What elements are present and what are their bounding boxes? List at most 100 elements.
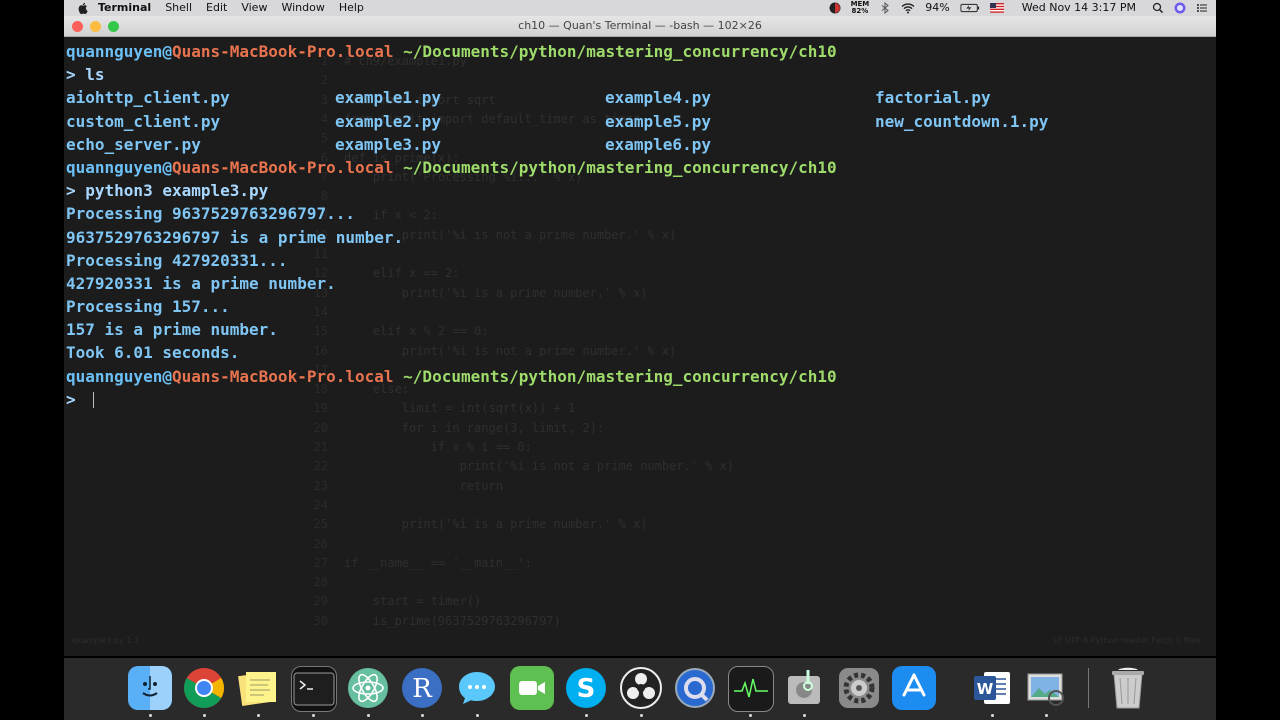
dock-activity-monitor[interactable]: [728, 666, 774, 712]
command-line: > ls: [66, 63, 1216, 86]
dock-chrome[interactable]: [182, 666, 226, 710]
editor-line-number: 29: [313, 594, 328, 609]
dock-app-store[interactable]: [892, 666, 936, 710]
chrome-icon: [184, 668, 224, 708]
dock-system-preferences[interactable]: [837, 666, 881, 710]
command-python: python3 example3.py: [85, 181, 269, 201]
editor-code-line: 26: [304, 535, 344, 554]
menu-shell[interactable]: Shell: [165, 0, 192, 16]
output-line: Processing 157...: [66, 297, 230, 317]
prompt-host: Quans-MacBook-Pro.local: [171, 366, 394, 386]
ls-entry: custom_client.py: [66, 111, 221, 131]
dock-disk-utility[interactable]: [782, 666, 826, 710]
editor-line-number: 24: [313, 497, 328, 512]
editor-line-code: start = timer(): [344, 594, 482, 609]
preview-icon: [1027, 673, 1064, 706]
editor-status-right: LF UTF-8 Python master Fetch 0 files: [1053, 636, 1200, 645]
dock-terminal[interactable]: [291, 666, 337, 712]
memory-indicator[interactable]: MEM 82%: [851, 1, 870, 15]
editor-line-code: return: [344, 478, 503, 493]
quicktime-icon: [675, 668, 715, 708]
prompt-path: ~/Documents/python/mastering_concurrency…: [393, 157, 837, 177]
terminal-icon: [293, 672, 335, 706]
editor-code-line: 24: [304, 496, 344, 515]
ls-entry: example2.py: [335, 111, 441, 131]
dock-skype[interactable]: S: [564, 666, 608, 710]
apple-icon[interactable]: [78, 2, 88, 14]
background-editor-status-bar: example3.py 1:1 LF UTF-8 Python master F…: [64, 636, 1216, 650]
ls-entry: example6.py: [605, 134, 711, 154]
editor-line-code: print('%i is a prime number.' % x): [344, 517, 648, 532]
dock-trash[interactable]: [1106, 666, 1150, 710]
dock-separator: [1088, 668, 1089, 708]
close-button[interactable]: [72, 20, 83, 32]
ls-entry: factorial.py: [875, 88, 991, 108]
battery-icon[interactable]: [960, 2, 980, 14]
siri-icon[interactable]: [1174, 2, 1186, 14]
window-titlebar[interactable]: ch10 — Quan's Terminal — -bash — 102×26: [64, 16, 1216, 37]
command-line: > python3 example3.py: [66, 179, 1216, 202]
stats-icon[interactable]: [829, 2, 841, 14]
editor-line-code: print('%i is not a prime number.' % x): [344, 459, 735, 474]
wifi-icon[interactable]: [901, 2, 915, 14]
dock-stickies[interactable]: [236, 666, 280, 710]
bluetooth-icon[interactable]: [879, 2, 891, 14]
dock-obs[interactable]: [619, 666, 663, 710]
command-ls: ls: [85, 65, 105, 85]
editor-line-number: 25: [313, 517, 328, 532]
clock[interactable]: Wed Nov 14 3:17 PM: [1022, 0, 1136, 16]
atom-icon: [348, 668, 388, 708]
ls-entry: example4.py: [605, 88, 711, 108]
window-title: ch10 — Quan's Terminal — -bash — 102×26: [518, 19, 762, 32]
command-line-active[interactable]: >: [66, 388, 1216, 411]
dock-preview[interactable]: [1024, 666, 1068, 710]
output-line: Processing 427920331...: [66, 250, 288, 270]
dock-word[interactable]: W: [970, 666, 1014, 710]
notification-center-icon[interactable]: [1196, 2, 1208, 14]
menu-help[interactable]: Help: [339, 0, 364, 16]
terminal-content[interactable]: quannguyen@ Quans-MacBook-Pro.local ~/Doc…: [66, 40, 1216, 411]
dock-finder[interactable]: [128, 666, 172, 710]
editor-line-number: 28: [313, 575, 328, 590]
dock-r[interactable]: R: [400, 666, 444, 710]
dock-facetime[interactable]: [510, 666, 554, 710]
dock-messages[interactable]: [455, 666, 499, 710]
prompt-host: Quans-MacBook-Pro.local: [171, 42, 394, 61]
terminal-window[interactable]: ch10 — Quan's Terminal — -bash — 102×26 …: [64, 16, 1216, 656]
finder-icon: [142, 676, 158, 697]
editor-line-number: 22: [313, 459, 328, 474]
ls-entry: example1.py: [335, 88, 441, 108]
menu-bar: Terminal Shell Edit View Window Help MEM…: [64, 0, 1216, 16]
prompt-symbol: >: [66, 389, 86, 409]
menu-edit[interactable]: Edit: [206, 0, 227, 16]
ls-entry: new_countdown.1.py: [875, 111, 1049, 131]
menu-view[interactable]: View: [241, 0, 267, 16]
svg-text:S: S: [577, 674, 596, 704]
editor-line-code: if x % i == 0:: [344, 440, 532, 454]
ls-entry: echo_server.py: [66, 134, 201, 154]
activity-monitor-icon: [734, 678, 768, 698]
editor-code-line: 23 return: [304, 477, 503, 496]
battery-percent: 94%: [925, 1, 950, 14]
menu-window[interactable]: Window: [281, 0, 324, 16]
prompt-user: quannguyen@: [66, 157, 172, 177]
output-line: 157 is a prime number.: [66, 320, 278, 340]
prompt-symbol: >: [66, 181, 86, 201]
obs-icon: [620, 667, 662, 709]
dock-atom[interactable]: [346, 666, 390, 710]
editor-code-line: 21 if x % i == 0:: [304, 438, 532, 457]
editor-line-code: is_prime(9637529763296797): [344, 613, 561, 628]
output-line: 9637529763296797 is a prime number.: [66, 227, 404, 247]
editor-line-code: if __name__ == '__main__':: [344, 555, 532, 570]
prompt-symbol: >: [66, 65, 86, 85]
dock-quicktime[interactable]: [673, 666, 717, 710]
maximize-button[interactable]: [108, 20, 119, 32]
menu-app-terminal[interactable]: Terminal: [98, 0, 151, 16]
ls-entry: aiohttp_client.py: [66, 88, 230, 108]
us-flag-icon[interactable]: [989, 3, 1004, 13]
editor-line-number: 21: [313, 440, 328, 454]
minimize-button[interactable]: [90, 20, 101, 32]
spotlight-search-icon[interactable]: [1152, 2, 1164, 14]
skype-icon: S: [566, 668, 606, 708]
ls-row: custom_client.py example2.py example5.py…: [66, 110, 1216, 133]
